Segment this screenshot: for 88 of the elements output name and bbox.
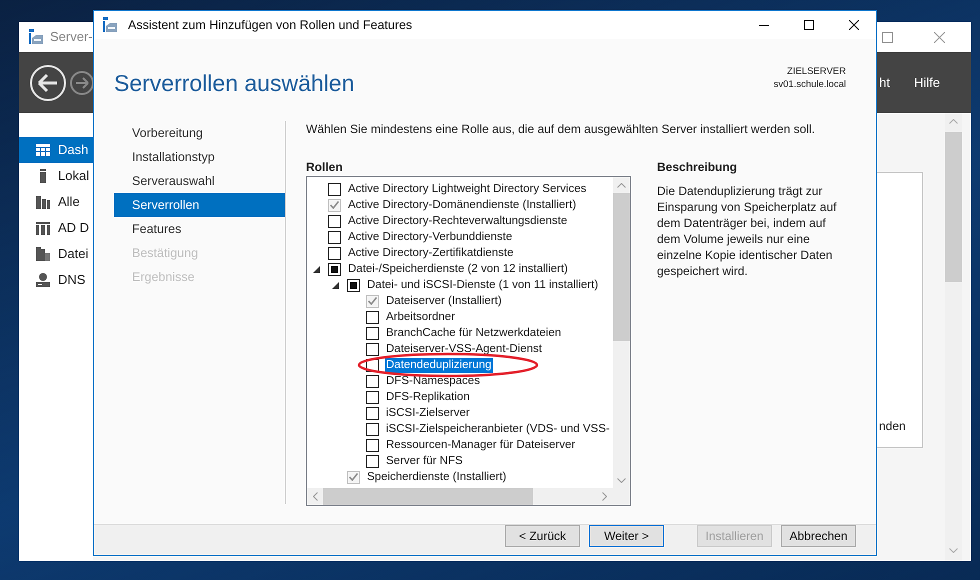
role-label[interactable]: Arbeitsordner <box>385 310 456 324</box>
sidebar-item[interactable]: AD D <box>19 215 93 241</box>
role-label[interactable]: Datei-/Speicherdienste (2 von 12 installiert) <box>347 262 569 276</box>
server-manager-icon <box>102 17 118 33</box>
checkbox[interactable] <box>328 262 341 276</box>
checkbox[interactable] <box>366 406 379 420</box>
window-title: Assistent zum Hinzufügen von Rollen und Features <box>128 16 412 34</box>
check-icon <box>330 201 339 209</box>
target-server: sv01.schule.local <box>774 78 846 91</box>
dialog-button[interactable]: Abbrechen <box>781 525 856 547</box>
checkbox[interactable] <box>328 246 341 260</box>
section-label: Rollen <box>306 159 344 176</box>
scroll-right-icon <box>602 492 607 501</box>
scroll-up-icon <box>617 183 626 188</box>
scroll-down-icon <box>617 478 626 483</box>
checkbox[interactable] <box>366 326 379 340</box>
roles-list[interactable] <box>306 176 631 506</box>
servers-icon <box>35 194 51 210</box>
close-icon <box>934 32 944 42</box>
role-label[interactable]: Ressourcen-Manager für Dateiserver <box>385 438 576 452</box>
sidebar-item[interactable]: Lokal <box>19 163 93 189</box>
role-label[interactable]: iSCSI-Zielserver <box>385 406 471 420</box>
role-label[interactable]: Active Directory-Verbunddienste <box>347 230 514 244</box>
directory-icon <box>35 220 51 236</box>
menu-item[interactable]: Hilfe <box>914 68 940 98</box>
grid-icon <box>35 142 51 158</box>
minimize-icon <box>758 24 768 26</box>
close-icon <box>848 20 858 30</box>
window-title: Server- <box>50 28 93 46</box>
instruction-text: Wählen Sie mindestens eine Rolle aus, die auf dem ausgewählten Server installiert werden soll. <box>306 121 816 137</box>
checkbox[interactable] <box>366 342 379 356</box>
expanded-arrow-icon[interactable] <box>332 282 339 288</box>
sidebar-item[interactable]: Datei <box>19 241 93 267</box>
check-icon <box>368 297 377 305</box>
dialog-button[interactable]: < Zurück <box>505 525 580 547</box>
scrollbar[interactable] <box>613 177 630 488</box>
wizard-step[interactable]: Serverauswahl <box>114 169 285 193</box>
checkbox[interactable] <box>366 454 379 468</box>
scrollbar[interactable] <box>307 488 630 505</box>
role-label[interactable]: Datendeduplizierung <box>385 358 492 372</box>
checkbox[interactable] <box>347 278 360 292</box>
check-icon <box>349 473 358 481</box>
sidebar-item[interactable]: DNS <box>19 267 93 293</box>
wizard-step[interactable]: Installationstyp <box>114 145 285 169</box>
checkbox[interactable] <box>366 374 379 388</box>
checkbox[interactable] <box>328 214 341 228</box>
wizard-step[interactable]: Serverrollen <box>114 193 285 217</box>
scroll-down-icon <box>949 548 958 553</box>
checkbox[interactable] <box>328 230 341 244</box>
role-label[interactable]: Datei- und iSCSI-Dienste (1 von 11 installiert) <box>366 278 600 292</box>
maximize-icon <box>804 20 814 30</box>
role-label[interactable]: Active Directory-Zertifikatdienste <box>347 246 515 260</box>
checkbox[interactable] <box>366 422 379 436</box>
target-label: ZIELSERVER <box>787 65 846 78</box>
checkbox[interactable] <box>328 182 341 196</box>
sidebar-item[interactable]: Dash <box>19 137 93 163</box>
panel-text: nden <box>878 418 907 435</box>
description-text: Die Datenduplizierung trägt zur Einsparung von Speicherplatz auf dem Datenträger bei, indem auf dem Volume jeweils nur eine einzelne Kopie identischer Daten gespeichert wird. <box>657 183 838 279</box>
wizard-step[interactable]: Features <box>114 217 285 241</box>
dialog-button[interactable]: Weiter > <box>589 525 664 547</box>
maximize-icon <box>882 32 892 42</box>
section-label: Beschreibung <box>657 159 738 176</box>
sidebar-item[interactable]: Alle <box>19 189 93 215</box>
scrollbar[interactable] <box>945 113 962 561</box>
globe-server-icon <box>35 272 51 288</box>
scroll-up-icon <box>949 119 958 124</box>
checkbox[interactable] <box>366 438 379 452</box>
folder-icon <box>35 246 51 262</box>
server-manager-icon <box>28 29 44 45</box>
role-label[interactable]: BranchCache für Netzwerkdateien <box>385 326 562 340</box>
role-label[interactable]: Server für NFS <box>385 454 464 468</box>
menu-item[interactable]: ht <box>879 68 890 98</box>
page-heading: Serverrollen auswählen <box>114 69 354 98</box>
role-label[interactable]: iSCSI-Zielspeicheranbieter (VDS- und VSS- <box>385 422 611 436</box>
scroll-left-icon <box>313 492 318 501</box>
expanded-arrow-icon[interactable] <box>313 266 320 272</box>
wizard-step[interactable]: Vorbereitung <box>114 121 285 145</box>
role-label[interactable]: Active Directory-Rechteverwaltungsdienste <box>347 214 568 228</box>
scroll-thumb[interactable] <box>323 488 533 505</box>
scroll-thumb[interactable] <box>945 132 962 282</box>
checkbox[interactable] <box>366 310 379 324</box>
role-label[interactable]: Active Directory Lightweight Directory Services <box>347 182 588 196</box>
role-label[interactable]: Dateiserver-VSS-Agent-Dienst <box>385 342 543 356</box>
role-label[interactable]: DFS-Replikation <box>385 390 471 404</box>
checkbox[interactable] <box>366 390 379 404</box>
role-label[interactable]: DFS-Namespaces <box>385 374 481 388</box>
scroll-thumb[interactable] <box>613 193 630 341</box>
back-button[interactable] <box>29 64 67 102</box>
